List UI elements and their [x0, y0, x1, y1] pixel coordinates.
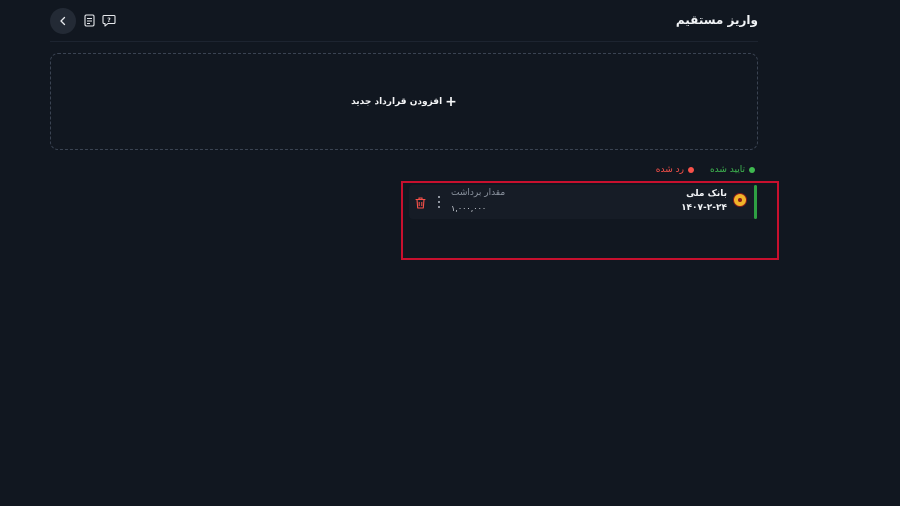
help-chat-icon: ? [102, 14, 116, 27]
add-contract-button[interactable]: + افزودن قرارداد جدید [50, 53, 758, 150]
bank-name: بانک ملی [686, 189, 727, 199]
svg-text:?: ? [107, 17, 111, 24]
help-button[interactable]: ? [102, 13, 116, 27]
amount-value: ۱,۰۰۰,۰۰۰ [451, 204, 487, 213]
chevron-left-icon [60, 16, 66, 26]
bank-logo-icon [733, 193, 747, 207]
legend-approved-label: تایید شده [709, 165, 745, 175]
page-title: واریز مستقیم [675, 13, 758, 27]
plus-icon: + [445, 93, 457, 110]
legend-rejected: رد شده [656, 165, 694, 175]
header: واریز مستقیم ? [50, 6, 758, 42]
more-options-icon[interactable] [436, 196, 442, 208]
approved-dot-icon [749, 167, 755, 173]
legend-approved: تایید شده [710, 165, 755, 175]
rejected-dot-icon [687, 167, 694, 173]
delete-button[interactable] [414, 195, 428, 209]
back-button[interactable] [50, 8, 76, 34]
receipt-icon [83, 13, 95, 27]
trash-icon [415, 197, 426, 209]
status-legend: تایید شده رد شده [656, 164, 755, 176]
add-contract-label: افزودن قرارداد جدید [351, 96, 443, 107]
contract-date: ۱۴۰۷-۲-۲۴ [681, 203, 727, 213]
legend-rejected-label: رد شده [655, 165, 684, 175]
contract-card[interactable]: بانک ملی ۱۴۰۷-۲-۲۴ مقدار برداشت ۱,۰۰۰,۰۰… [409, 185, 757, 219]
amount-label: مقدار برداشت [451, 188, 506, 198]
receipt-button[interactable] [82, 13, 96, 27]
status-accent-bar [754, 185, 757, 219]
